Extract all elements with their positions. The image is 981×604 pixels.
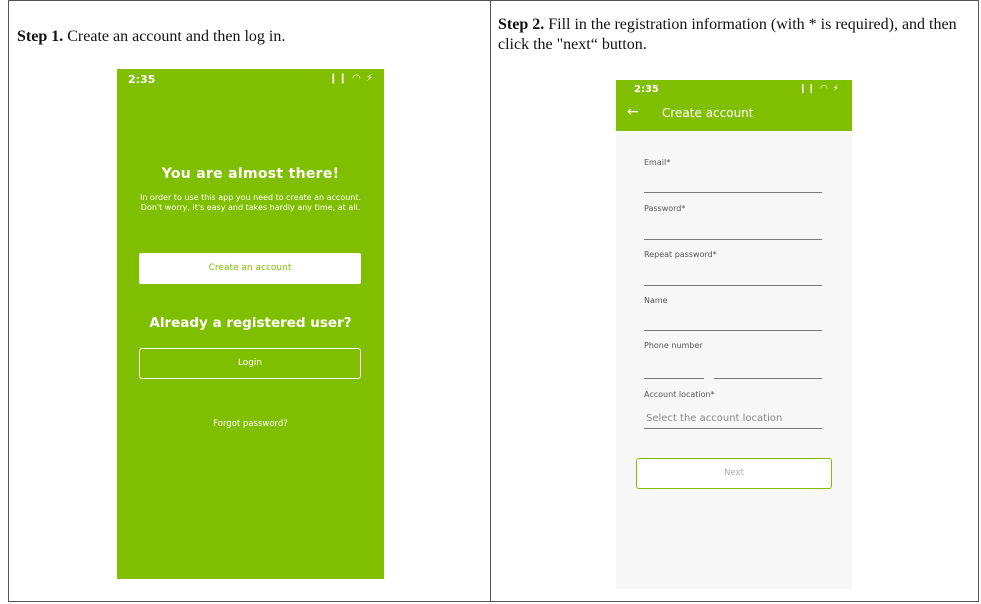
phone-number-label: Phone number <box>644 341 703 350</box>
phone-number-field[interactable] <box>714 378 822 379</box>
status-time: 2:35 <box>128 73 156 86</box>
create-account-button[interactable]: Create an account <box>139 253 361 284</box>
column-divider <box>490 0 491 602</box>
next-button[interactable]: Next <box>636 458 832 489</box>
create-account-screen: 2:35 ❙❙ ◠ ⚡ ← Create account Email* Pass… <box>616 80 852 589</box>
status-time: 2:35 <box>634 84 659 95</box>
signal-wifi-battery-icon: ❙❙ ◠ ⚡ <box>799 84 840 94</box>
step2-label: Step 2. <box>498 16 545 33</box>
name-label: Name <box>644 296 668 305</box>
password-field[interactable] <box>644 239 822 240</box>
step2-instruction: Step 2. Fill in the registration informa… <box>498 15 968 55</box>
repeat-password-label: Repeat password* <box>644 250 717 259</box>
step1-instruction: Step 1. Create an account and then log i… <box>17 27 477 47</box>
email-label: Email* <box>644 158 671 167</box>
app-bar: 2:35 ❙❙ ◠ ⚡ ← Create account <box>616 80 852 131</box>
step1-text: Create an account and then log in. <box>63 28 286 45</box>
email-field[interactable] <box>644 192 822 193</box>
repeat-password-field[interactable] <box>644 285 822 286</box>
phone-country-code-field[interactable] <box>644 378 704 379</box>
name-field[interactable] <box>644 330 822 331</box>
status-bar: 2:35 ❙❙ ◠ ⚡ <box>117 69 384 89</box>
step1-label: Step 1. <box>17 28 64 45</box>
login-button[interactable]: Login <box>139 348 361 379</box>
welcome-message: In order to use this app you need to cre… <box>139 193 362 212</box>
welcome-title: You are almost there! <box>161 166 340 182</box>
screen-title: Create account <box>662 106 754 120</box>
account-location-select[interactable]: Select the account location <box>646 413 782 424</box>
welcome-screen: 2:35 ❙❙ ◠ ⚡ You are almost there! In ord… <box>117 69 384 579</box>
registered-user-heading: Already a registered user? <box>149 315 352 331</box>
back-arrow-icon[interactable]: ← <box>627 104 639 120</box>
step2-text: Fill in the registration information (wi… <box>498 16 957 53</box>
forgot-password-link[interactable]: Forgot password? <box>117 419 384 429</box>
signal-wifi-battery-icon: ❙❙ ◠ ⚡ <box>329 73 374 84</box>
account-location-label: Account location* <box>644 390 715 399</box>
account-location-underline <box>644 428 822 429</box>
password-label: Password* <box>644 204 686 213</box>
